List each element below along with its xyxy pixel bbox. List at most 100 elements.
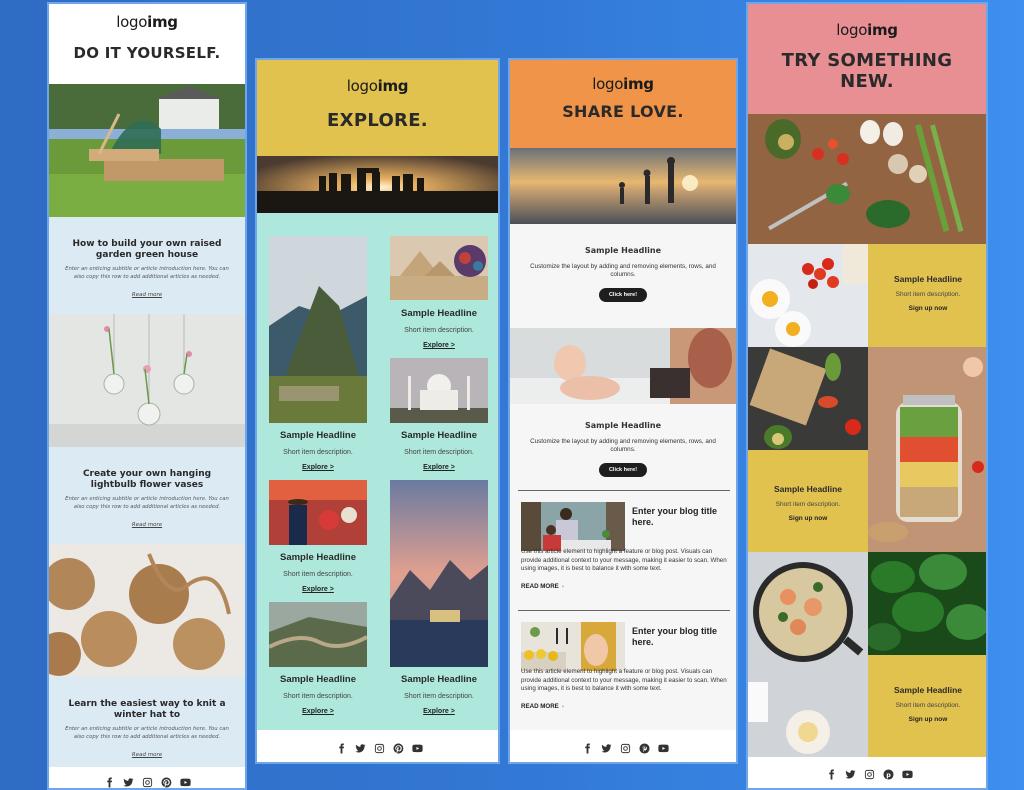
- article-subtitle: Enter an enticing subtitle or article in…: [65, 266, 229, 280]
- tile-description: Short item description.: [895, 291, 961, 298]
- explore-link[interactable]: Explore >: [269, 708, 367, 715]
- tile-headline: Sample Headline: [773, 484, 843, 494]
- baby-lemons-image: [521, 622, 625, 671]
- kitchen-sink-image: [521, 502, 625, 551]
- content-block: Sample Headline Customize the layout by …: [510, 421, 736, 477]
- machu-picchu-image: [269, 236, 367, 423]
- explore-link[interactable]: Explore >: [269, 464, 367, 471]
- sign-up-link[interactable]: Sign up now: [868, 305, 986, 312]
- facebook-icon[interactable]: [103, 776, 115, 788]
- salad-jar-image: [868, 347, 986, 552]
- click-here-button[interactable]: Click here!: [598, 288, 648, 302]
- explore-link[interactable]: Explore >: [269, 586, 367, 593]
- item-headline: Sample Headline: [279, 674, 357, 685]
- read-more-link[interactable]: READ MORE ›: [521, 583, 564, 590]
- explore-link[interactable]: Explore >: [390, 342, 488, 349]
- read-more-link[interactable]: Read more: [132, 292, 162, 298]
- template-card-share-love[interactable]: logoimg SHARE LOVE. Sample Headline Cust…: [508, 58, 738, 764]
- instagram-icon[interactable]: [619, 742, 631, 754]
- garden-greenhouse-image: [49, 84, 245, 217]
- block-description: Customize the layout by adding and remov…: [530, 438, 716, 453]
- youtube-icon[interactable]: [901, 769, 913, 781]
- twitter-icon[interactable]: [844, 769, 856, 781]
- instagram-icon[interactable]: [863, 769, 875, 781]
- lightbulb-vases-image: [49, 314, 245, 447]
- logo: logoimg: [836, 21, 898, 39]
- header: logoimg SHARE LOVE.: [510, 60, 736, 148]
- content-block: Sample Headline Customize the layout by …: [510, 246, 736, 302]
- pinterest-icon[interactable]: [160, 776, 172, 788]
- page-title: DO IT YOURSELF.: [73, 44, 221, 62]
- twitter-icon[interactable]: [122, 776, 134, 788]
- blog-title: Enter your blog title here.: [632, 626, 718, 647]
- facebook-icon[interactable]: [336, 742, 348, 754]
- explore-item: Sample Headline Short item description. …: [269, 552, 367, 593]
- page-title: TRY SOMETHING NEW.: [781, 50, 953, 92]
- page-title: EXPLORE.: [327, 110, 428, 131]
- item-description: Short item description.: [283, 693, 353, 700]
- blog-body: Use this article element to highlight a …: [521, 668, 727, 692]
- article: Create your own hanging lightbulb flower…: [49, 447, 245, 544]
- family-beach-hero-image: [510, 148, 736, 224]
- item-headline: Sample Headline: [400, 430, 478, 441]
- pyramids-image: [390, 236, 488, 300]
- item-description: Short item description.: [404, 327, 474, 334]
- youtube-icon[interactable]: [657, 742, 669, 754]
- item-description: Short item description.: [404, 693, 474, 700]
- click-here-button[interactable]: Click here!: [598, 463, 648, 477]
- item-headline: Sample Headline: [279, 552, 357, 563]
- blog-body: Use this article element to highlight a …: [521, 548, 727, 572]
- tile-headline: Sample Headline: [893, 685, 963, 695]
- article: Learn the easiest way to knit a winter h…: [49, 677, 245, 767]
- header: logoimg TRY SOMETHING NEW.: [748, 4, 986, 114]
- template-card-try-something-new[interactable]: logoimg TRY SOMETHING NEW. Sample Headli…: [746, 2, 988, 790]
- pinterest-icon[interactable]: [393, 742, 405, 754]
- twitter-icon[interactable]: [355, 742, 367, 754]
- facebook-icon[interactable]: [581, 742, 593, 754]
- social-footer: p: [748, 757, 986, 788]
- read-more-link[interactable]: READ MORE ›: [521, 703, 564, 710]
- item-description: Short item description.: [283, 571, 353, 578]
- explore-link[interactable]: Explore >: [390, 708, 488, 715]
- pinterest-icon[interactable]: p: [882, 769, 894, 781]
- article-title: Create your own hanging lightbulb flower…: [82, 469, 212, 490]
- cutting-board-image: [748, 347, 868, 450]
- yarn-balls-image: [49, 544, 245, 677]
- item-description: Short item description.: [283, 449, 353, 456]
- blog-title: Enter your blog title here.: [632, 506, 718, 527]
- article-subtitle: Enter an enticing subtitle or article in…: [65, 496, 229, 510]
- great-wall-image: [268, 602, 368, 667]
- social-footer: [49, 767, 245, 788]
- read-more-link[interactable]: Read more: [132, 752, 162, 758]
- instagram-icon[interactable]: [374, 742, 386, 754]
- explore-link[interactable]: Explore >: [390, 464, 488, 471]
- vegetables-hero-image: [748, 114, 986, 244]
- explore-item: Sample Headline Short item description. …: [269, 674, 367, 715]
- header: logoimg DO IT YOURSELF.: [49, 4, 245, 84]
- taj-mahal-image: [390, 358, 488, 423]
- social-footer: [257, 730, 498, 762]
- twitter-icon[interactable]: [600, 742, 612, 754]
- spinach-image: [865, 552, 986, 655]
- facebook-icon[interactable]: [825, 769, 837, 781]
- read-more-link[interactable]: Read more: [132, 522, 162, 528]
- pinterest-icon[interactable]: [638, 742, 650, 754]
- blog-post: Enter your blog title here. Use this art…: [510, 492, 736, 610]
- template-card-diy[interactable]: logoimg DO IT YOURSELF. How to build you…: [47, 2, 247, 790]
- item-headline: Sample Headline: [400, 308, 478, 319]
- logo: logoimg: [116, 13, 178, 31]
- youtube-icon[interactable]: [179, 776, 191, 788]
- mountain-lake-image: [390, 480, 488, 667]
- tile-headline: Sample Headline: [893, 274, 963, 284]
- youtube-icon[interactable]: [412, 742, 424, 754]
- logo: logoimg: [346, 77, 409, 95]
- template-card-explore[interactable]: logoimg EXPLORE. Sample Headline Short i…: [255, 58, 500, 764]
- eggs-tomatoes-image: [748, 244, 868, 347]
- sign-up-link[interactable]: Sign up now: [748, 515, 868, 522]
- skillet-dish-image: [748, 552, 868, 757]
- explore-item: Sample Headline Short item description. …: [390, 308, 488, 349]
- sign-up-link[interactable]: Sign up now: [868, 716, 986, 723]
- page-title: SHARE LOVE.: [562, 102, 684, 121]
- instagram-icon[interactable]: [141, 776, 153, 788]
- block-headline: Sample Headline: [584, 421, 662, 430]
